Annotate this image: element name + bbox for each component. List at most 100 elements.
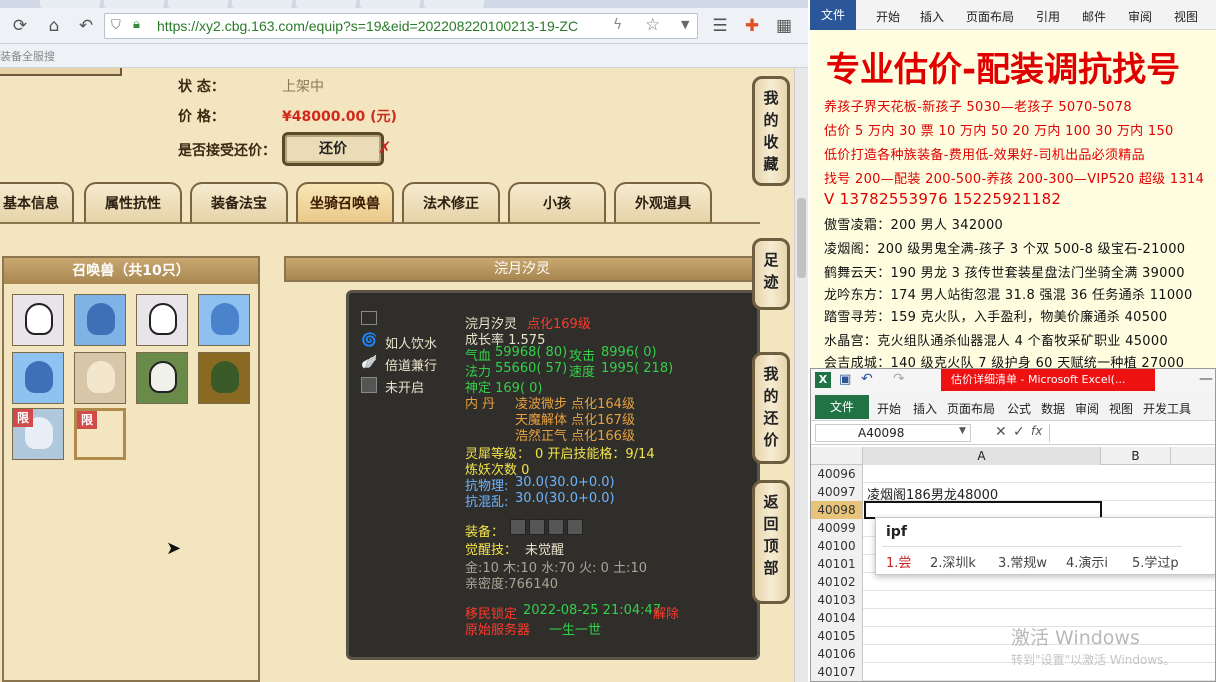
star-icon[interactable]: ☆ bbox=[645, 15, 660, 35]
browser-tab[interactable] bbox=[296, 0, 356, 8]
pet-avatar-selected[interactable]: 限 bbox=[74, 408, 126, 460]
browser-tab[interactable] bbox=[104, 0, 164, 8]
tab-equipment[interactable]: 装备法宝 bbox=[190, 182, 288, 222]
excel-menu-view[interactable]: 视图 bbox=[1109, 400, 1133, 417]
excel-file-tab[interactable]: 文件 bbox=[815, 395, 869, 419]
row-number[interactable]: 40102 bbox=[811, 573, 863, 591]
tab-mount-summon[interactable]: 坐骑召唤兽 bbox=[296, 182, 394, 222]
pet-avatar[interactable] bbox=[74, 294, 126, 346]
table-row[interactable]: 40097 凌烟阁186男龙48000 bbox=[811, 483, 1215, 503]
row-number[interactable]: 40098 bbox=[811, 501, 863, 519]
pet-stats-panel: 🌀 如人饮水 🪽 倍道兼行 未开启 浣月汐灵 点化169级 成长率 1.575 … bbox=[346, 290, 760, 660]
confirm-icon[interactable]: ✓ bbox=[1013, 424, 1025, 440]
menu-icon[interactable]: ☰ bbox=[708, 14, 732, 38]
tab-attributes[interactable]: 属性抗性 bbox=[84, 182, 182, 222]
tab-basic-info[interactable]: 基本信息 bbox=[0, 182, 74, 222]
pet-avatar[interactable] bbox=[136, 294, 188, 346]
excel-menu-layout[interactable]: 页面布局 bbox=[947, 400, 995, 417]
excel-menu-data[interactable]: 数据 bbox=[1041, 400, 1065, 417]
bargain-button[interactable]: 还价 bbox=[282, 132, 384, 166]
word-file-tab[interactable]: 文件 bbox=[810, 0, 856, 30]
footprint-button[interactable]: 足迹 bbox=[752, 238, 790, 310]
pet-avatar[interactable] bbox=[198, 352, 250, 404]
undo-icon[interactable]: ↶ bbox=[74, 14, 98, 38]
excel-menu-review[interactable]: 审阅 bbox=[1075, 400, 1099, 417]
web-page: 状 态： 上架中 价 格： ¥48000.00 (元) 是否接受还价： 还价 ✗… bbox=[0, 68, 808, 682]
url-text[interactable]: https://xy2.cbg.163.com/equip?s=19&eid=2… bbox=[157, 18, 597, 34]
chevron-down-icon[interactable]: ▼ bbox=[959, 426, 966, 436]
mouse-cursor-icon: ➤ bbox=[166, 538, 182, 559]
address-bar[interactable]: ⛉ 🔒︎ https://xy2.cbg.163.com/equip?s=19&… bbox=[104, 13, 698, 39]
tab-spell-correction[interactable]: 法术修正 bbox=[402, 182, 500, 222]
ime-candidate[interactable]: 2.深圳k bbox=[930, 552, 976, 571]
column-a-header[interactable]: A bbox=[863, 447, 1101, 465]
ime-candidate[interactable]: 4.演示i bbox=[1066, 552, 1108, 571]
excel-menu-developer[interactable]: 开发工具 bbox=[1143, 400, 1191, 417]
word-ribbon: 文件 开始 插入 页面布局 引用 邮件 审阅 视图 bbox=[810, 0, 1216, 30]
pet-avatar[interactable] bbox=[198, 294, 250, 346]
undo-icon[interactable]: ↶ bbox=[861, 371, 873, 387]
word-menu-view[interactable]: 视图 bbox=[1174, 8, 1198, 25]
word-menu-insert[interactable]: 插入 bbox=[920, 8, 944, 25]
word-menu-references[interactable]: 引用 bbox=[1036, 8, 1060, 25]
pet-avatar[interactable] bbox=[136, 352, 188, 404]
save-icon[interactable]: ▣ bbox=[839, 372, 851, 387]
tab-child[interactable]: 小孩 bbox=[508, 182, 606, 222]
tab-appearance[interactable]: 外观道具 bbox=[614, 182, 712, 222]
skill-name: 未开启 bbox=[385, 381, 425, 396]
grid-icon[interactable]: ▦ bbox=[772, 14, 796, 38]
function-icon[interactable]: fx bbox=[1031, 424, 1042, 438]
my-favorites-button[interactable]: 我的收藏 bbox=[752, 76, 790, 186]
row-number[interactable]: 40099 bbox=[811, 519, 863, 537]
table-row[interactable]: 40096 bbox=[811, 465, 1215, 483]
my-bargain-button[interactable]: 我的还价 bbox=[752, 352, 790, 464]
browser-tab[interactable] bbox=[232, 0, 292, 8]
row-number[interactable]: 40103 bbox=[811, 591, 863, 609]
word-menu-home[interactable]: 开始 bbox=[876, 8, 900, 25]
browser-tab[interactable] bbox=[40, 0, 100, 8]
ime-candidate[interactable]: 5.学过p bbox=[1132, 552, 1179, 571]
bookmark-link[interactable]: 装备全服搜 bbox=[0, 50, 55, 63]
row-number[interactable]: 40107 bbox=[811, 663, 863, 681]
row-number[interactable]: 40096 bbox=[811, 465, 863, 483]
table-row[interactable]: 40102 bbox=[811, 573, 1215, 591]
formula-input[interactable] bbox=[1049, 424, 1215, 442]
row-number[interactable]: 40097 bbox=[811, 483, 863, 501]
scrollbar-thumb[interactable] bbox=[797, 198, 806, 278]
home-icon[interactable]: ⌂ bbox=[42, 14, 66, 38]
excel-menu-formulas[interactable]: 公式 bbox=[1007, 400, 1031, 417]
minimize-icon[interactable]: — bbox=[1199, 371, 1213, 387]
browser-tab[interactable] bbox=[424, 0, 484, 8]
cancel-icon[interactable]: ✕ bbox=[995, 424, 1007, 440]
pet-avatar[interactable] bbox=[12, 352, 64, 404]
chevron-down-icon[interactable]: ▼ bbox=[681, 18, 689, 31]
game-icon[interactable]: ✚ bbox=[740, 14, 764, 38]
word-menu-mail[interactable]: 邮件 bbox=[1082, 8, 1106, 25]
row-number[interactable]: 40104 bbox=[811, 609, 863, 627]
table-row[interactable]: 40103 bbox=[811, 591, 1215, 609]
select-all-corner[interactable] bbox=[811, 447, 863, 465]
excel-menu-home[interactable]: 开始 bbox=[877, 400, 901, 417]
back-to-top-button[interactable]: 返回顶部 bbox=[752, 480, 790, 604]
word-menu-layout[interactable]: 页面布局 bbox=[966, 8, 1014, 25]
ime-candidate[interactable]: 3.常规w bbox=[998, 552, 1047, 571]
row-number[interactable]: 40105 bbox=[811, 627, 863, 645]
browser-tab[interactable] bbox=[168, 0, 228, 8]
ime-candidate[interactable]: 1.尝 bbox=[886, 552, 911, 571]
lightning-icon[interactable]: ϟ bbox=[613, 17, 622, 33]
excel-menu-insert[interactable]: 插入 bbox=[913, 400, 937, 417]
pet-avatar[interactable]: 限 bbox=[12, 408, 64, 460]
pet-avatar[interactable] bbox=[12, 294, 64, 346]
row-number[interactable]: 40106 bbox=[811, 645, 863, 663]
row-number[interactable]: 40101 bbox=[811, 555, 863, 573]
column-b-header[interactable]: B bbox=[1101, 447, 1171, 465]
redo-icon[interactable]: ↷ bbox=[893, 371, 905, 387]
word-menu-review[interactable]: 审阅 bbox=[1128, 8, 1152, 25]
refresh-icon[interactable]: ⟳ bbox=[8, 14, 32, 38]
pet-avatar[interactable] bbox=[74, 352, 126, 404]
price-value: ¥48000.00 (元) bbox=[282, 109, 397, 125]
row-number[interactable]: 40100 bbox=[811, 537, 863, 555]
page-scrollbar[interactable] bbox=[794, 68, 808, 682]
browser-tab[interactable] bbox=[360, 0, 420, 8]
name-box[interactable]: A40098 bbox=[815, 424, 971, 442]
